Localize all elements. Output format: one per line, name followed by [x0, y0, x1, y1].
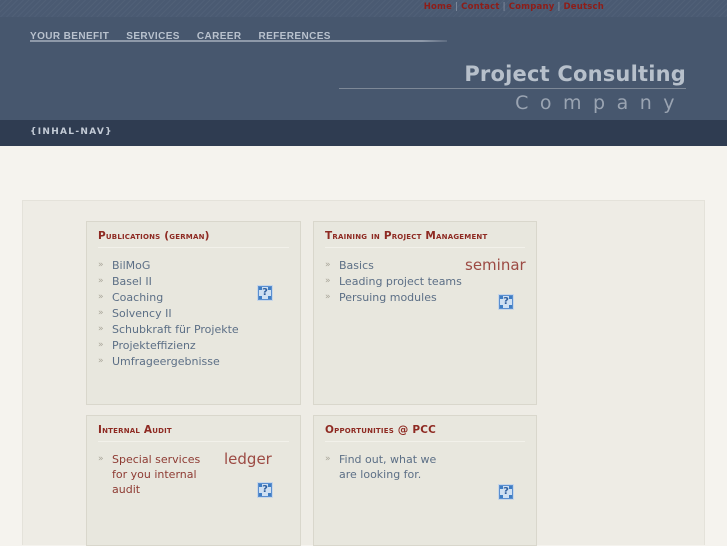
list-item-label: Projekteffizienz [112, 339, 196, 352]
card-title-rule [98, 247, 289, 248]
chevron-right-icon: » [98, 260, 104, 270]
list-item-label: Coaching [112, 291, 164, 304]
logo-secondary-text: Company [515, 92, 686, 114]
logo-primary-text: Project Consulting [464, 62, 686, 86]
card-title-publications: Publications (german) [98, 230, 210, 242]
card-title-rule [325, 441, 525, 442]
card-publications: Publications (german) » BilMoG » Basel II … [86, 221, 301, 405]
list-item-label: Solvency II [112, 307, 172, 320]
card-title-opportunities: Opportunities @ PCC [325, 424, 437, 436]
list-item[interactable]: » Projekteffizienz [98, 338, 289, 353]
card-body-publications: » BilMoG » Basel II » Coaching » Solvency II… [98, 258, 289, 369]
card-body-training: » Basics » Leading project teams » Persuing… [325, 256, 526, 310]
utility-separator: | [557, 2, 561, 12]
card-internal-audit: Internal Audit » Special services for you… [86, 415, 301, 546]
chevron-right-icon: » [98, 454, 104, 464]
broken-image-icon[interactable]: ? [498, 484, 514, 500]
broken-image-question-mark: ? [503, 486, 509, 497]
utility-links: Home | Contact | Company | Deutsch [424, 2, 604, 12]
list-item[interactable]: » Find out, what we are looking for. [325, 452, 445, 482]
list-item-label: Special services for you internal audit [112, 453, 201, 496]
utility-link-deutsch[interactable]: Deutsch [564, 2, 604, 12]
list-item[interactable]: » Special services for you internal audit [98, 452, 216, 497]
chevron-right-icon: » [98, 340, 104, 350]
card-body-opportunities: » Find out, what we are looking for. ? [325, 452, 525, 500]
chevron-right-icon: » [98, 308, 104, 318]
chevron-right-icon: » [98, 356, 104, 366]
card-training: Training in Project Management » Basics »… [313, 221, 537, 405]
utility-link-contact[interactable]: Contact [461, 2, 499, 12]
publications-link-list: » BilMoG » Basel II » Coaching » Solvency II… [98, 258, 289, 369]
list-item-label: Leading project teams [339, 275, 462, 288]
chevron-right-icon: » [98, 276, 104, 286]
list-item-label: Basel II [112, 275, 152, 288]
chevron-right-icon: » [98, 292, 104, 302]
list-item[interactable]: » Persuing modules [325, 290, 525, 305]
broken-image-question-mark: ? [262, 287, 268, 298]
list-item[interactable]: » Leading project teams [325, 274, 525, 289]
list-item-label: Persuing modules [339, 291, 437, 304]
chevron-right-icon: » [325, 276, 331, 286]
card-title-rule [325, 247, 525, 248]
utility-separator: | [455, 2, 459, 12]
internal-audit-side-word: ledger [224, 450, 272, 468]
opportunities-link-list: » Find out, what we are looking for. [325, 452, 525, 482]
content-panel: Publications (german) » BilMoG » Basel II … [22, 200, 705, 546]
logo-divider-rule [339, 88, 686, 89]
card-opportunities: Opportunities @ PCC » Find out, what we a… [313, 415, 537, 546]
top-utility-bar: Home | Contact | Company | Deutsch [0, 0, 727, 17]
list-item[interactable]: » BilMoG [98, 258, 289, 273]
broken-image-icon[interactable]: ? [498, 294, 514, 310]
utility-link-company[interactable]: Company [509, 2, 555, 12]
chevron-right-icon: » [325, 454, 331, 464]
site-logo[interactable]: Project Consulting Company [266, 62, 686, 114]
site-header: YOUR BENEFIT SERVICES CAREER REFERENCES Pro… [0, 17, 727, 120]
utility-link-home[interactable]: Home [424, 2, 452, 12]
utility-separator: | [502, 2, 506, 12]
chevron-right-icon: » [325, 260, 331, 270]
list-item[interactable]: » Schubkraft für Projekte [98, 322, 289, 337]
list-item-label: Basics [339, 259, 374, 272]
card-title-internal-audit: Internal Audit [98, 424, 172, 436]
chevron-right-icon: » [98, 324, 104, 334]
list-item[interactable]: » Umfrageergebnisse [98, 354, 289, 369]
page-body: Publications (german) » BilMoG » Basel II … [0, 146, 727, 546]
broken-image-icon[interactable]: ? [257, 482, 273, 498]
list-item-label: BilMoG [112, 259, 151, 272]
broken-image-question-mark: ? [262, 484, 268, 495]
broken-image-icon[interactable]: ? [257, 285, 273, 301]
broken-image-question-mark: ? [503, 296, 509, 307]
card-title-rule [98, 441, 289, 442]
list-item-label: Schubkraft für Projekte [112, 323, 239, 336]
section-nav-placeholder-label: {INHAL-NAV} [30, 127, 113, 137]
list-item-label: Find out, what we are looking for. [339, 453, 437, 481]
list-item-label: Umfrageergebnisse [112, 355, 220, 368]
training-side-word: seminar [465, 256, 526, 274]
list-item[interactable]: » Solvency II [98, 306, 289, 321]
card-title-training: Training in Project Management [325, 230, 488, 242]
nav-underline-rule [30, 40, 447, 42]
section-navigation-bar: {INHAL-NAV} [0, 120, 727, 146]
chevron-right-icon: » [325, 292, 331, 302]
card-body-internal-audit: » Special services for you internal audit… [98, 450, 289, 498]
